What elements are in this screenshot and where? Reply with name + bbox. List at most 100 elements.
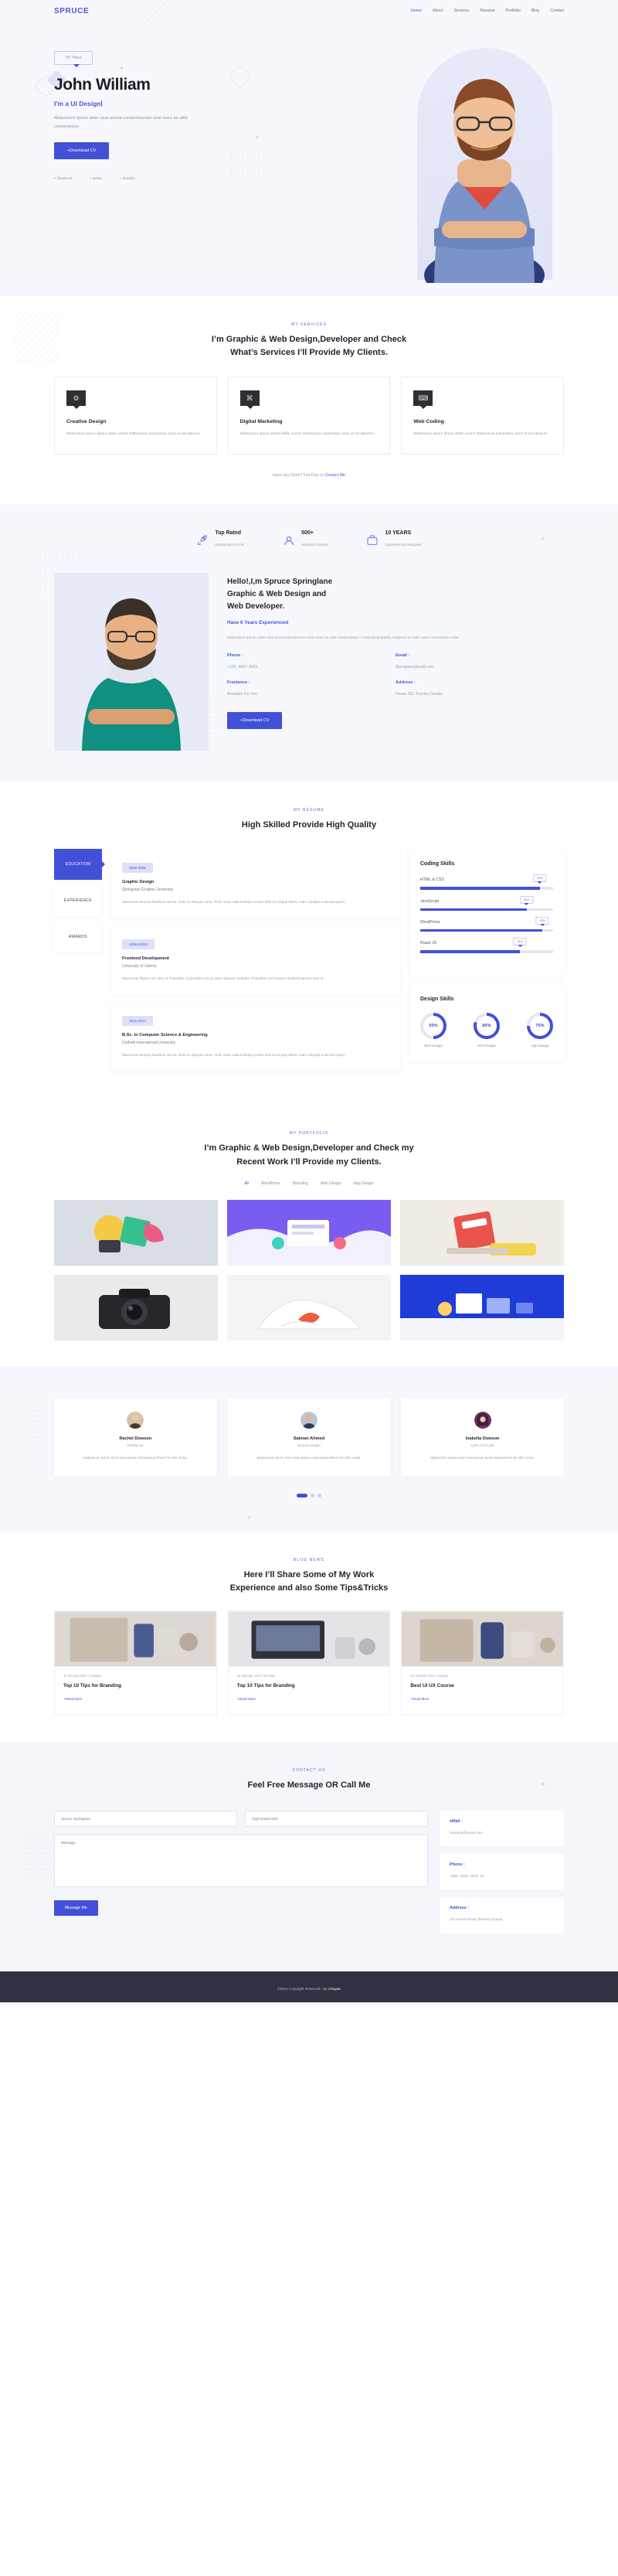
stat-value: 500+ xyxy=(301,530,314,537)
blog-post-title: Best UI UX Course xyxy=(410,1682,454,1688)
stat-label: Satisfied Clients xyxy=(301,543,328,548)
download-cv-button[interactable]: +Download CV xyxy=(54,142,110,160)
carousel-dot-1[interactable] xyxy=(297,1493,307,1498)
portfolio-tile-blue[interactable] xyxy=(399,1274,564,1341)
filter-branding[interactable]: Branding xyxy=(293,1181,308,1186)
read-more-link[interactable]: +Read More xyxy=(237,1697,256,1701)
info-phone: Phone : +123- 4567- 8901 xyxy=(227,653,258,670)
resume-period: 2008-20011 xyxy=(122,939,155,950)
service-card-title: Web Coding xyxy=(413,419,444,425)
testimonial-text: Maborisum ipsum dosn seat ameat consecte… xyxy=(430,1455,535,1460)
resume-tag: MY RESUME xyxy=(293,808,325,813)
progress-ring: 80% xyxy=(474,1012,500,1039)
service-card-desc: Maborisum ipsum dosea ilelite conser Mab… xyxy=(239,432,374,437)
portfolio-tile-camera[interactable] xyxy=(54,1274,218,1341)
nav-item-portfolio[interactable]: Portfolio xyxy=(506,9,521,13)
skills-column: Coding Skills HTML & CSS 90% JavaScript … xyxy=(409,849,564,1069)
resume-tabs: EDUCATION EXPERIENCE AWARDS xyxy=(54,849,105,958)
copyright-text: ©2021 Copyright Reserved - By Chayan xyxy=(277,1986,341,1991)
contact-tag: CONTACT US xyxy=(292,1767,326,1773)
testimonial-card: Isabella Dowson CEO of UX Lab Maborisum … xyxy=(401,1397,565,1477)
social-link-facebook[interactable]: + facebook xyxy=(54,177,73,181)
resume-tab-experience[interactable]: EXPERIENCE xyxy=(54,885,102,917)
service-card-title: Digital Marketing xyxy=(239,419,283,425)
name-input[interactable] xyxy=(54,1810,237,1827)
skill-wordpress: WordPress 92% xyxy=(420,916,553,932)
nav-item-home[interactable]: Home xyxy=(411,9,422,13)
typing-caret xyxy=(100,101,102,107)
testimonial-cards: Rachel Dowson Freelancer Maborisum ipsum… xyxy=(54,1397,565,1477)
testimonial-text: Maborisum ipsum dosn seat ameat consecte… xyxy=(83,1455,188,1460)
email-input[interactable] xyxy=(245,1810,428,1827)
resume-item: 2002-2006 Graphic Design Springlean Grap… xyxy=(111,849,400,918)
blog-card[interactable]: 10 January 2021 | Sunday Top 10 Tips for… xyxy=(227,1610,391,1716)
stripe-decoration xyxy=(139,0,184,42)
page-root: SPRUCE Home About Services Resume Portfo… xyxy=(0,0,618,2002)
nav-item-services[interactable]: Services xyxy=(453,9,469,13)
resume-item-desc: Maecenas finibus nec sem ut imperdiet. U… xyxy=(122,976,324,981)
stat-item: 500+ Satisfied Clients xyxy=(283,530,328,550)
info-email: Email : Springlane@mail.com xyxy=(396,653,433,670)
resume-items: 2002-2006 Graphic Design Springlean Grap… xyxy=(111,849,400,1078)
carousel-dot-3[interactable] xyxy=(317,1493,321,1498)
service-card[interactable]: ⚙ Creative Design Maborisum ipsum dosea … xyxy=(54,377,217,455)
read-more-link[interactable]: +Read More xyxy=(63,1697,82,1701)
design-skill-print: 80% Print Design xyxy=(474,1012,500,1048)
service-card[interactable]: ⌨ Web Coding Maborisum ipsum dosea ileli… xyxy=(401,377,565,455)
testimonial-text: Maborisum ipsum dosn seat ameat consecte… xyxy=(256,1455,362,1460)
stat-label: Worldcalss UI-UX xyxy=(215,543,245,548)
resume-period: 2012-2017 xyxy=(122,1016,153,1027)
resume-tab-awards[interactable]: AWARDS xyxy=(54,922,102,953)
message-textarea[interactable] xyxy=(54,1834,428,1887)
resume-tab-education[interactable]: EDUCATION xyxy=(54,849,105,881)
stat-label: Experienced Designer xyxy=(385,543,422,548)
hero-content: Hi! There John William I'm a UI Design M… xyxy=(46,22,286,181)
site-logo[interactable]: SPRUCE xyxy=(54,7,89,15)
contact-email-box: eMail : example@email.com xyxy=(440,1810,564,1846)
filter-web-design[interactable]: Web Design xyxy=(321,1181,341,1186)
resume-title: High Skilled Provide High Quality xyxy=(241,820,377,830)
social-link-twitter[interactable]: + twitter xyxy=(90,177,103,181)
portfolio-tile-illustration[interactable] xyxy=(226,1199,391,1266)
have-work-note: Have any Work? Fell Free to Contact Me xyxy=(273,473,345,479)
portfolio-tile-shapes[interactable] xyxy=(54,1199,218,1266)
blog-card[interactable]: 10 January 2021 | Sunday Best UI UX Cour… xyxy=(401,1610,565,1716)
web-coding-icon: ⌨ xyxy=(413,390,433,410)
contact-me-link[interactable]: Contact Me xyxy=(324,473,345,478)
main-nav: Home About Services Resume Portfolio Blo… xyxy=(411,9,564,13)
testimonial-role: Next Developer xyxy=(297,1443,321,1447)
portfolio-tile-calculator[interactable] xyxy=(399,1199,564,1266)
testimonial-role: Freelancer xyxy=(127,1443,144,1447)
portfolio-tile-fabric[interactable] xyxy=(226,1274,391,1341)
read-more-link[interactable]: +Read More xyxy=(410,1697,429,1701)
service-card[interactable]: ⌘ Digital Marketing Maborisum ipsum dose… xyxy=(227,377,391,455)
testimonial-card: Salman Ahmed Next Developer Maborisum ip… xyxy=(227,1397,391,1477)
nav-item-about[interactable]: About xyxy=(433,9,443,13)
send-message-button[interactable]: Message Me xyxy=(54,1900,98,1916)
nav-item-resume[interactable]: Resume xyxy=(480,9,494,13)
hero-name: John William xyxy=(54,76,151,94)
resume-item-title: Frontend Development xyxy=(122,956,169,962)
carousel-dot-2[interactable] xyxy=(311,1493,314,1498)
hero-photo xyxy=(394,31,572,286)
site-header: SPRUCE Home About Services Resume Portfo… xyxy=(0,0,618,42)
stripe-decoration xyxy=(14,312,59,364)
blog-post-title: Top 10 Tips for Branding xyxy=(236,1682,295,1688)
about-section: + Top Rated Worldcalss UI-UX 500+ Satisfie… xyxy=(0,504,618,782)
about-download-cv-button[interactable]: +Download CV xyxy=(227,712,283,730)
nav-item-contact[interactable]: Contact xyxy=(550,9,564,13)
nav-item-blog[interactable]: Blog xyxy=(531,9,539,13)
filter-app-design[interactable]: App Design xyxy=(354,1181,374,1186)
avatar xyxy=(301,1411,317,1429)
filter-wordpress[interactable]: WordPress xyxy=(261,1181,280,1186)
hero-greeting-badge: Hi! There xyxy=(54,51,93,67)
hero-section: + + + Hi! There John William I'm a UI De… xyxy=(0,22,618,296)
social-link-linkedin[interactable]: + linkedin xyxy=(120,177,135,181)
blog-post-title: Top 10 Tips for Branding xyxy=(63,1682,122,1688)
filter-all[interactable]: All xyxy=(244,1181,249,1186)
blog-meta: 10 January 2021 | Sunday xyxy=(63,1673,101,1678)
skill-value-bubble: 92% xyxy=(535,916,549,926)
blog-title: Here I’ll Share Some of My Work Experien… xyxy=(229,1569,389,1593)
about-subheading: Have 6 Years Experienced xyxy=(227,620,289,626)
blog-card[interactable]: 10 January 2021 | Sunday Top 10 Tips for… xyxy=(54,1610,217,1716)
